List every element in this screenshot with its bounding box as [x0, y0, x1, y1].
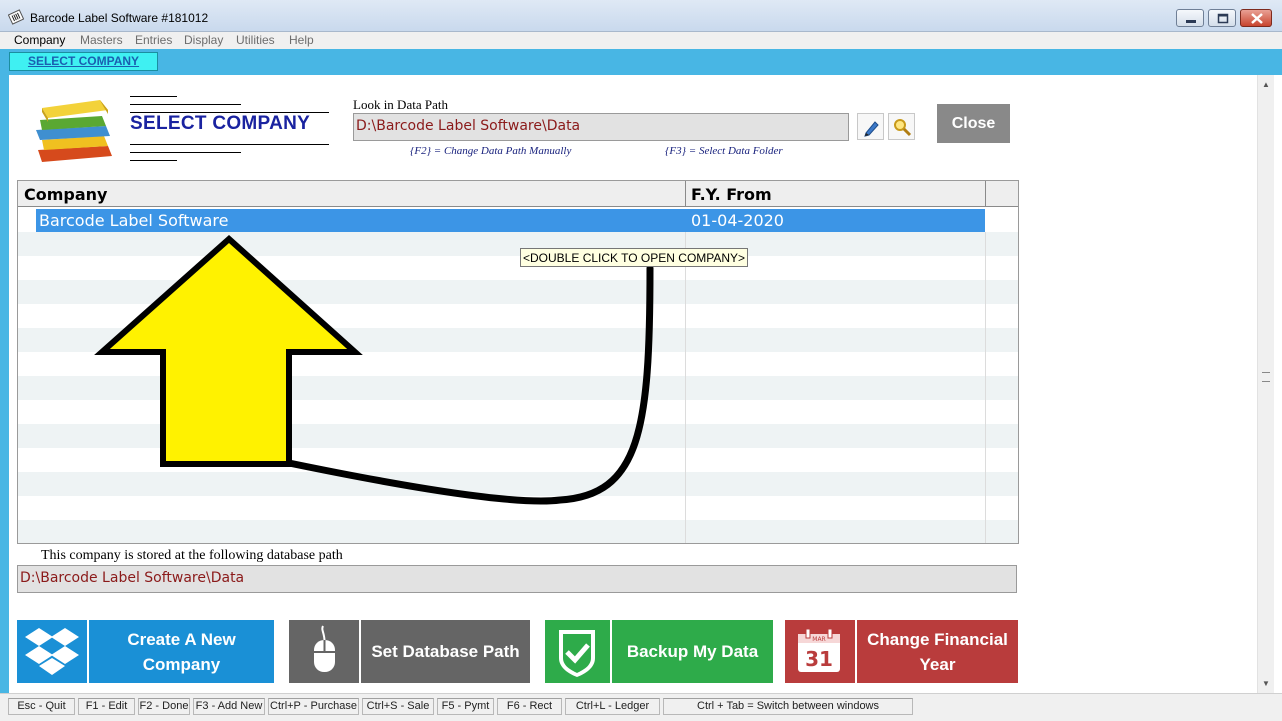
change-fy-icon-tile: MAR 31	[785, 620, 855, 683]
empty-row[interactable]	[18, 448, 1018, 472]
column-header-fy-from[interactable]: F.Y. From	[691, 185, 772, 204]
create-label-line1: Create A New	[127, 629, 236, 649]
dropbox-box-icon	[25, 628, 79, 675]
change-fy-line1: Change Financial	[867, 629, 1008, 649]
hint-f3: {F3} = Select Data Folder	[665, 145, 783, 157]
set-database-path-button[interactable]: Set Database Path	[289, 620, 530, 683]
set-path-label: Set Database Path	[361, 620, 530, 683]
backup-data-button[interactable]: Backup My Data	[545, 620, 773, 683]
maximize-button[interactable]	[1208, 9, 1236, 27]
shield-check-icon	[559, 630, 595, 677]
status-ctrl-p-purchase: Ctrl+P - Purchase	[268, 698, 359, 715]
empty-row[interactable]	[18, 520, 1018, 543]
change-fy-label: Change Financial Year	[857, 620, 1018, 683]
vertical-scrollbar[interactable]: ▲ ▼	[1257, 75, 1274, 693]
status-ctrl-tab-switch: Ctrl + Tab = Switch between windows	[663, 698, 913, 715]
data-path-label: Look in Data Path	[353, 97, 448, 112]
status-f2-done: F2 - Done	[138, 698, 190, 715]
menu-display[interactable]: Display	[184, 33, 223, 47]
decor-line	[130, 144, 329, 145]
empty-row[interactable]	[18, 472, 1018, 496]
data-path-field[interactable]: D:\Barcode Label Software\Data	[353, 113, 849, 141]
backup-icon-tile	[545, 620, 610, 683]
window-title: Barcode Label Software #181012	[30, 11, 209, 25]
decor-line	[130, 152, 241, 153]
create-company-button[interactable]: Create A New Company	[17, 620, 274, 683]
menu-utilities[interactable]: Utilities	[236, 33, 275, 47]
status-f5-pymt: F5 - Pymt	[437, 698, 494, 715]
browse-folder-button[interactable]	[888, 113, 915, 140]
grid-rows: Barcode Label Software 01-04-2020	[18, 208, 1018, 543]
set-path-icon-tile	[289, 620, 359, 683]
decor-line	[130, 96, 177, 97]
empty-row[interactable]	[18, 352, 1018, 376]
calendar-icon: MAR 31	[798, 628, 840, 672]
scroll-thumb-grip[interactable]	[1262, 372, 1270, 382]
decor-line	[130, 104, 241, 105]
menu-help[interactable]: Help	[289, 33, 314, 47]
scroll-down-icon[interactable]: ▼	[1262, 679, 1270, 688]
create-label-line2: Company	[142, 654, 221, 674]
create-company-icon-tile	[17, 620, 87, 683]
left-border	[0, 75, 9, 693]
cell-company[interactable]: Barcode Label Software	[39, 211, 228, 230]
stored-path-field: D:\Barcode Label Software\Data	[17, 565, 1017, 593]
barcode-app-icon	[8, 9, 24, 25]
column-divider	[985, 181, 986, 207]
books-logo-icon	[36, 100, 112, 162]
company-grid: Company F.Y. From Barcode Label Software…	[17, 180, 1019, 544]
stored-path-label: This company is stored at the following …	[41, 548, 343, 563]
empty-row[interactable]	[18, 376, 1018, 400]
scroll-up-icon[interactable]: ▲	[1262, 80, 1270, 89]
close-window-button[interactable]	[1240, 9, 1272, 27]
grid-header: Company F.Y. From	[18, 181, 1018, 207]
maximize-icon	[1217, 13, 1229, 24]
column-divider	[685, 181, 686, 207]
close-button[interactable]: Close	[937, 104, 1010, 143]
status-bar: Esc - Quit F1 - Edit F2 - Done F3 - Add …	[0, 693, 1282, 721]
tab-select-company[interactable]: SELECT COMPANY	[9, 52, 158, 71]
menu-masters[interactable]: Masters	[80, 33, 123, 47]
empty-row[interactable]	[18, 424, 1018, 448]
minimize-button[interactable]	[1176, 9, 1204, 27]
double-click-tooltip: <DOUBLE CLICK TO OPEN COMPANY>	[520, 248, 749, 267]
status-f6-rect: F6 - Rect	[497, 698, 562, 715]
cell-fy-from[interactable]: 01-04-2020	[691, 211, 784, 230]
status-esc-quit: Esc - Quit	[8, 698, 75, 715]
edit-path-button[interactable]	[857, 113, 884, 140]
magnifier-icon	[894, 119, 912, 137]
status-f1-edit: F1 - Edit	[78, 698, 135, 715]
empty-row[interactable]	[18, 328, 1018, 352]
calendar-day: 31	[805, 647, 833, 671]
empty-row[interactable]	[18, 496, 1018, 520]
change-fy-line2: Year	[919, 654, 956, 674]
table-row[interactable]: Barcode Label Software 01-04-2020	[18, 208, 1018, 232]
title-bar: Barcode Label Software #181012	[0, 0, 1282, 32]
minimize-icon	[1186, 20, 1196, 23]
empty-row[interactable]	[18, 232, 1018, 256]
empty-row[interactable]	[18, 400, 1018, 424]
page-title: SELECT COMPANY	[130, 113, 311, 134]
menu-entries[interactable]: Entries	[135, 33, 172, 47]
change-financial-year-button[interactable]: MAR 31 Change Financial Year	[785, 620, 1018, 683]
pencil-icon	[864, 121, 879, 137]
empty-row[interactable]	[18, 256, 1018, 280]
create-company-label: Create A New Company	[89, 620, 274, 683]
menu-company[interactable]: Company	[14, 33, 65, 47]
close-icon	[1251, 13, 1263, 24]
empty-row[interactable]	[18, 304, 1018, 328]
decor-line	[130, 160, 177, 161]
status-ctrl-s-sale: Ctrl+S - Sale	[362, 698, 434, 715]
calendar-month: MAR	[812, 636, 825, 643]
backup-label: Backup My Data	[612, 620, 773, 683]
status-ctrl-l-ledger: Ctrl+L - Ledger	[565, 698, 660, 715]
window-tab-strip: SELECT COMPANY	[0, 49, 1282, 75]
column-header-company[interactable]: Company	[24, 185, 107, 204]
menu-bar: Company Masters Entries Display Utilitie…	[0, 32, 1282, 49]
status-f3-add-new: F3 - Add New	[193, 698, 265, 715]
mouse-icon	[314, 625, 335, 672]
hint-f2: {F2} = Change Data Path Manually	[410, 145, 572, 157]
empty-row[interactable]	[18, 280, 1018, 304]
